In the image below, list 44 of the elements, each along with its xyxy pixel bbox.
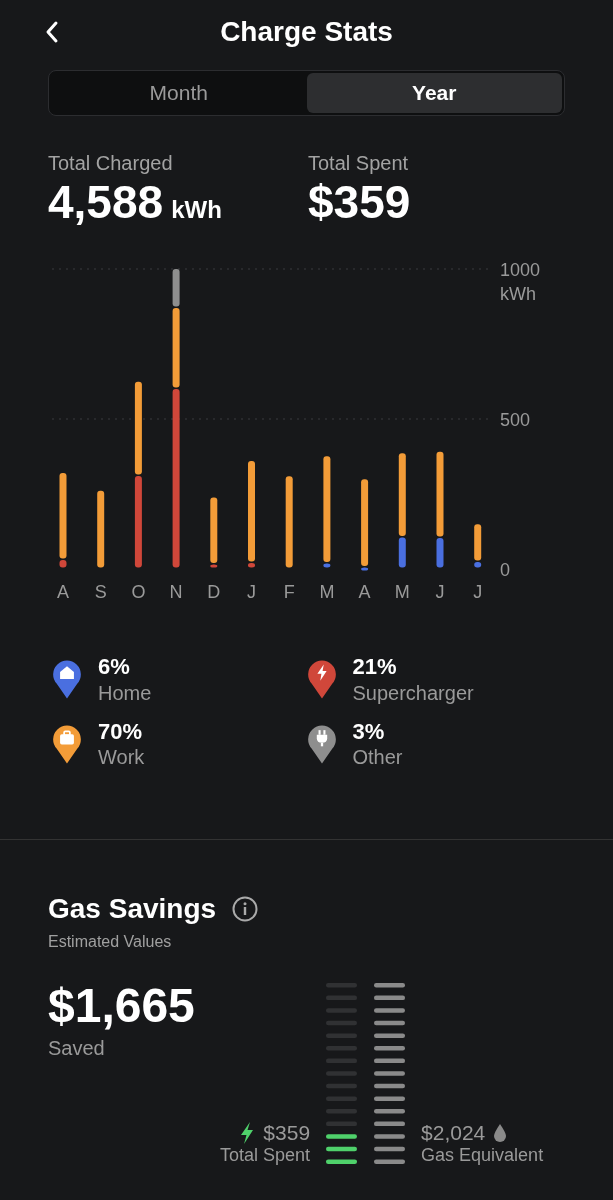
percent-value: 70% xyxy=(98,718,144,746)
month-label: D xyxy=(207,582,221,603)
month-label: A xyxy=(57,582,69,603)
total-label: Total Charged xyxy=(48,151,174,176)
axis-label: 0 xyxy=(500,560,510,581)
unit-label: kWh xyxy=(171,196,222,223)
month-label: N xyxy=(169,582,183,603)
month-label: M xyxy=(319,582,335,603)
gas-value: $2,024 xyxy=(421,1120,486,1146)
savings-amount: $1,665 xyxy=(48,980,196,1033)
total-label: Total Spent xyxy=(308,151,410,176)
month-label: A xyxy=(358,582,371,603)
drop-icon xyxy=(493,1122,508,1143)
gas-label: Gas Equivalent xyxy=(421,1145,544,1168)
spent-label: Total Spent xyxy=(220,1145,311,1168)
month-label: F xyxy=(283,582,295,603)
month-label: M xyxy=(394,582,410,603)
lightning-icon xyxy=(239,1120,256,1145)
month-label: J xyxy=(473,582,483,603)
category-label: Work xyxy=(98,745,145,770)
back-icon[interactable] xyxy=(44,20,60,44)
month-label: J xyxy=(435,582,445,603)
info-icon[interactable] xyxy=(232,896,259,923)
tab[interactable]: Month xyxy=(51,73,307,113)
total-value: 4,588 xyxy=(48,176,164,228)
percent-value: 6% xyxy=(98,654,131,681)
unit-label: kWh xyxy=(500,284,536,305)
tab[interactable]: Year xyxy=(306,73,562,113)
percent-value: 3% xyxy=(352,718,386,746)
month-label: O xyxy=(131,582,146,603)
section-title: Gas Savings xyxy=(48,892,217,927)
category-label: Other xyxy=(352,745,403,770)
month-label: S xyxy=(94,582,107,603)
screen-title: Charge Stats xyxy=(220,15,393,49)
axis-label: 1000 xyxy=(500,260,541,281)
total-value: $359 xyxy=(308,176,411,228)
subtitle: Estimated Values xyxy=(48,932,173,953)
category-label: Home xyxy=(98,680,152,705)
savings-label: Saved xyxy=(48,1035,106,1061)
axis-label: 500 xyxy=(500,410,531,431)
percent-value: 21% xyxy=(352,654,398,681)
category-label: Supercharger xyxy=(352,680,474,705)
month-label: J xyxy=(247,582,256,603)
spent-value: $359 xyxy=(263,1120,311,1146)
